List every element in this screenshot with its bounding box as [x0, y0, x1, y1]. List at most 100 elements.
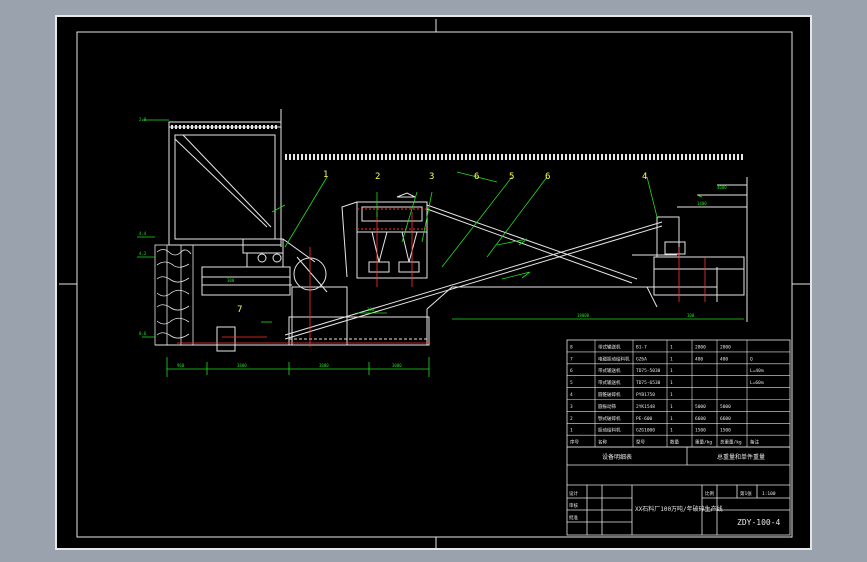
conveyor-pit	[216, 316, 430, 352]
bom-cell: 6	[570, 368, 573, 374]
dimension-lines	[137, 119, 744, 377]
drawing-number: ZDY-100-4	[737, 518, 781, 527]
tb-ratio: 1:100	[762, 491, 776, 497]
bom-cell: 2800	[720, 344, 731, 350]
bom-cell: 5000	[720, 404, 731, 410]
bom-header-cell: 型号	[636, 439, 645, 446]
screen-building	[341, 192, 428, 279]
jaw-crusher	[201, 256, 348, 346]
list-title-right: 总重量和单件重量	[717, 453, 765, 461]
bom-cell: 带式输送机	[598, 343, 621, 350]
bom-cell: L=60m	[750, 380, 764, 386]
bom-cell: 电磁振动给料机	[598, 355, 630, 362]
cad-drawing: 2.8 4.4 4.2 0.6 960 3800 3800 3000 18000 300…	[59, 19, 812, 550]
callout-7: 4	[642, 172, 647, 182]
bom-cell: 1500	[720, 428, 731, 434]
centering-marks	[59, 19, 812, 550]
bom-cell: 480	[695, 356, 703, 362]
svg-text:4.2: 4.2	[139, 251, 147, 256]
bom-cell: 5	[570, 380, 573, 386]
callout-5: 5	[509, 172, 514, 182]
bom-cell: 1	[670, 368, 673, 374]
bom-cell: B1-7	[636, 344, 647, 350]
callout-8: 7	[237, 305, 242, 315]
svg-text:300: 300	[367, 307, 375, 312]
svg-text:4000: 4000	[717, 185, 727, 190]
center-lines	[177, 212, 706, 347]
bom-cell: 圆振动筛	[598, 403, 616, 410]
bom-cell: 480	[720, 356, 728, 362]
bom-cell: 1	[570, 428, 573, 434]
bom-cell: TD75-5030	[636, 368, 661, 374]
bom-cell: 颚式破碎机	[598, 415, 621, 422]
drawing-sheet: 2.8 4.4 4.2 0.6 960 3800 3800 3000 18000 300…	[55, 15, 812, 550]
bom-cell: 1	[670, 428, 673, 434]
stone-foundation	[154, 244, 194, 346]
bom-cell: 2YK1548	[636, 404, 655, 410]
bom-cell: L=40m	[750, 368, 764, 374]
svg-text:3000: 3000	[392, 363, 402, 368]
bom-cell: 6600	[695, 416, 706, 422]
callout-2: 2	[375, 172, 380, 182]
cone-crusher-station	[646, 177, 748, 322]
bom-cell: 5000	[695, 404, 706, 410]
svg-text:300: 300	[687, 313, 695, 318]
bom-header-cell: 名称	[598, 439, 607, 446]
bom-cell: 带式输送机	[598, 379, 621, 386]
bom-cell: 6600	[720, 416, 731, 422]
callouts: 1 2 3 6 5 6 4 7	[237, 170, 647, 315]
svg-text:18000: 18000	[577, 313, 590, 318]
vibrating-feeder	[242, 238, 316, 268]
tb-label-design: 设计	[569, 490, 578, 497]
svg-text:3800: 3800	[237, 363, 247, 368]
callout-3: 3	[429, 172, 434, 182]
inner-frame	[76, 31, 793, 538]
screen-hatching	[357, 208, 427, 230]
svg-text:300: 300	[227, 278, 235, 283]
svg-text:0.6: 0.6	[139, 331, 147, 336]
bom-cell: 1	[670, 404, 673, 410]
tb-sheet: 第1张	[740, 490, 752, 497]
bom-cell: GZ6A	[636, 356, 647, 362]
bom-cell: 2	[570, 416, 573, 422]
callout-4: 6	[474, 172, 479, 182]
svg-text:3800: 3800	[319, 363, 329, 368]
svg-text:960: 960	[177, 363, 185, 368]
bom-header-cell: 总重量/kg	[720, 439, 742, 446]
bom-cell: 3	[570, 404, 573, 410]
tb-scale: 比例	[705, 490, 714, 497]
tb-label-approve: 批准	[569, 514, 578, 521]
bom-cell: 振动给料机	[598, 427, 621, 434]
assembly-title: XX石料厂100万吨/年破碎生产线	[635, 505, 723, 513]
bom-cell: TD75-6530	[636, 380, 661, 386]
svg-text:1400: 1400	[697, 201, 707, 206]
bom-cell: 8	[570, 344, 573, 350]
bom-header-cell: 重量/kg	[695, 439, 712, 446]
bom-cell: Q	[750, 356, 753, 362]
bom-cell: GZG1000	[636, 428, 655, 434]
bom-header-cell: 数量	[670, 439, 679, 446]
bom-cell: 4	[570, 392, 573, 398]
bom-cell: 1	[670, 392, 673, 398]
feed-hopper	[168, 109, 282, 247]
callout-1: 1	[323, 170, 328, 180]
list-title: 设备明细表	[602, 453, 632, 461]
bom-cell: 1	[670, 344, 673, 350]
tb-label-review: 审核	[569, 502, 578, 509]
bom-cell: PYB1750	[636, 392, 655, 398]
bom-cell: 1	[670, 416, 673, 422]
bom-cell: 1	[670, 356, 673, 362]
title-block-text: 设备明细表 总重量和单件重量 XX石料厂100万吨/年破碎生产线 ZDY-100…	[569, 453, 781, 527]
bom-cell: 圆锥破碎机	[598, 391, 621, 398]
bom-cell: 1500	[695, 428, 706, 434]
bom-cell: 带式输送机	[598, 367, 621, 374]
bom-cell: 2800	[695, 344, 706, 350]
svg-text:4.4: 4.4	[139, 231, 147, 236]
bom-cell: 1	[670, 380, 673, 386]
callout-6: 6	[545, 172, 550, 182]
bom-header-cell: 序号	[570, 439, 579, 446]
bom-header-cell: 备注	[750, 439, 759, 446]
bom-cell: 7	[570, 356, 573, 362]
svg-text:2.8: 2.8	[139, 117, 147, 122]
bom-cell: PE-600	[636, 416, 653, 422]
